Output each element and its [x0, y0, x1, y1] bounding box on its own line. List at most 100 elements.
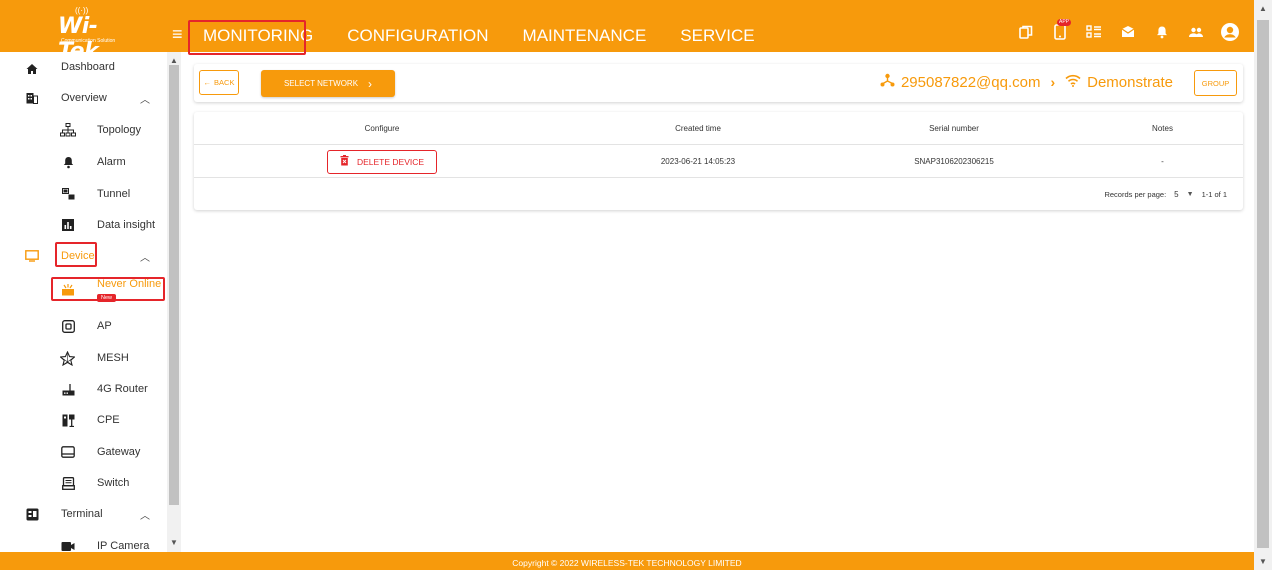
- sidebar-item-dashboard[interactable]: Dashboard: [0, 54, 167, 84]
- mesh-icon: [59, 350, 75, 366]
- sidebar-item-label: IP Camera: [97, 540, 150, 552]
- list-view-icon[interactable]: [1082, 22, 1106, 42]
- gateway-icon: [60, 444, 76, 460]
- created-time-cell: 2023-06-21 14:05:23: [660, 157, 736, 166]
- sidebar-item-tunnel[interactable]: Tunnel: [0, 179, 167, 209]
- sidebar-item-label: 4G Router: [97, 383, 148, 395]
- sidebar-item-label: Device: [61, 250, 95, 262]
- sidebar-item-mesh[interactable]: MESH: [0, 343, 167, 373]
- organization-icon: [880, 73, 895, 91]
- network-breadcrumb: 295087822@qq.com › Demonstrate: [880, 73, 1173, 91]
- network-name[interactable]: Demonstrate: [1087, 74, 1173, 91]
- sidebar-scroll-thumb[interactable]: [169, 65, 179, 505]
- copyright-text: Copyright © 2022 WIRELESS-TEK TECHNOLOGY…: [512, 558, 742, 568]
- access-point-icon: [60, 318, 76, 334]
- home-icon: [24, 61, 40, 77]
- column-header-created-time[interactable]: Created time: [570, 112, 826, 145]
- column-header-serial-number[interactable]: Serial number: [826, 112, 1082, 145]
- chevron-right-icon: ›: [1050, 74, 1056, 90]
- sidebar-item-terminal[interactable]: Terminal ︿: [0, 499, 167, 529]
- page-scroll-up-icon[interactable]: ▲: [1257, 4, 1269, 13]
- monitor-icon: [24, 248, 40, 264]
- configure-cell: DELETE DEVICE: [194, 145, 570, 178]
- records-per-page-label: Records per page:: [1104, 189, 1167, 199]
- table-row: DELETE DEVICE 2023-06-21 14:05:23 SNAP31…: [194, 145, 1243, 178]
- nav-service[interactable]: SERVICE: [672, 22, 762, 50]
- delete-device-label: DELETE DEVICE: [356, 156, 425, 167]
- dropdown-arrow-icon: ▼: [1186, 190, 1194, 198]
- sidebar-item-data-insight[interactable]: Data insight: [0, 210, 167, 240]
- column-header-configure[interactable]: Configure: [194, 112, 570, 145]
- page-scroll-down-icon[interactable]: ▼: [1257, 557, 1269, 566]
- sidebar-item-label: Alarm: [97, 156, 126, 168]
- device-table: Configure Created time Serial number Not…: [194, 112, 1243, 210]
- nav-monitoring[interactable]: MONITORING: [195, 22, 321, 50]
- bar-chart-icon: [60, 217, 76, 233]
- main-nav: MONITORING CONFIGURATION MAINTENANCE SER…: [195, 22, 781, 50]
- sidebar-item-label: Never Online: [97, 278, 162, 290]
- building-icon: [24, 90, 40, 106]
- back-button-label: BACK: [214, 78, 235, 87]
- chevron-up-icon: ︿: [140, 94, 150, 106]
- mobile-app-icon[interactable]: APP: [1048, 19, 1072, 42]
- sidebar-item-label: Topology: [97, 124, 142, 136]
- nav-configuration[interactable]: CONFIGURATION: [339, 22, 496, 50]
- copy-icon[interactable]: [1014, 22, 1038, 42]
- sidebar-item-device[interactable]: Device ︿: [0, 241, 167, 271]
- sidebar-item-4g-router[interactable]: 4G Router: [0, 374, 167, 404]
- new-badge: New: [97, 294, 117, 302]
- back-button[interactable]: ← BACK: [199, 70, 239, 95]
- sidebar-item-topology[interactable]: Topology: [0, 115, 167, 145]
- sidebar-item-gateway[interactable]: Gateway: [0, 437, 167, 467]
- sidebar-item-ip-camera[interactable]: IP Camera: [0, 531, 167, 552]
- users-icon[interactable]: [1184, 22, 1208, 42]
- app-badge: APP: [1056, 19, 1071, 26]
- sidebar: Dashboard Overview ︿ Topology Alarm Tunn…: [0, 52, 167, 552]
- menu-toggle-icon[interactable]: ≡: [172, 25, 183, 43]
- account-email[interactable]: 295087822@qq.com: [901, 74, 1041, 91]
- nav-maintenance[interactable]: MAINTENANCE: [515, 22, 655, 50]
- sidebar-item-cpe[interactable]: CPE: [0, 405, 167, 435]
- sidebar-item-label: Data insight: [97, 219, 156, 231]
- router-icon: [60, 381, 76, 397]
- chevron-up-icon: ︿: [140, 252, 150, 264]
- account-icon[interactable]: [1218, 22, 1242, 42]
- scroll-down-arrow-icon[interactable]: ▼: [169, 538, 179, 548]
- trash-icon: [340, 155, 349, 168]
- group-button-label: GROUP: [1201, 78, 1230, 88]
- sidebar-item-label: AP: [97, 320, 112, 332]
- wifi-icon: [1065, 74, 1081, 91]
- footer: Copyright © 2022 WIRELESS-TEK TECHNOLOGY…: [0, 552, 1254, 570]
- sidebar-item-label: CPE: [97, 414, 120, 426]
- page-scroll-thumb[interactable]: [1257, 20, 1269, 548]
- column-header-notes[interactable]: Notes: [1082, 112, 1243, 145]
- select-network-button[interactable]: SELECT NETWORK ›: [261, 70, 395, 97]
- sidebar-item-never-online[interactable]: Never Online New: [0, 272, 167, 306]
- camera-icon: [60, 538, 76, 552]
- sidebar-item-label: Terminal: [61, 508, 103, 520]
- records-per-page-select[interactable]: 5 ▼: [1174, 190, 1193, 199]
- sidebar-item-label: Switch: [97, 477, 130, 489]
- group-button[interactable]: GROUP: [1194, 70, 1237, 96]
- chevron-up-icon: ︿: [140, 510, 150, 522]
- bell-icon[interactable]: [1150, 22, 1174, 42]
- sidebar-item-label: Tunnel: [97, 188, 131, 200]
- serial-number-cell: SNAP3106202306215: [914, 157, 994, 166]
- sidebar-item-switch[interactable]: Switch: [0, 468, 167, 498]
- topology-icon: [60, 122, 76, 138]
- sidebar-item-ap[interactable]: AP: [0, 311, 167, 341]
- records-per-page-value: 5: [1174, 189, 1179, 199]
- device-offline-icon: [60, 282, 76, 298]
- sidebar-item-label: Gateway: [97, 446, 141, 458]
- logo-subtitle: Communication Solution: [61, 38, 116, 44]
- notes-cell: -: [1161, 157, 1164, 166]
- sidebar-item-alarm[interactable]: Alarm: [0, 147, 167, 177]
- sidebar-item-overview[interactable]: Overview ︿: [0, 83, 167, 113]
- tunnel-icon: [60, 186, 76, 202]
- terminal-icon: [24, 506, 40, 522]
- network-toolbar: ← BACK SELECT NETWORK › 295087822@qq.com…: [194, 64, 1243, 102]
- wi-tek-logo[interactable]: ((·)) Wi-Tek Communication Solution: [58, 6, 128, 64]
- cpe-icon: [60, 412, 76, 428]
- delete-device-button[interactable]: DELETE DEVICE: [327, 149, 437, 174]
- message-icon[interactable]: [1116, 22, 1140, 42]
